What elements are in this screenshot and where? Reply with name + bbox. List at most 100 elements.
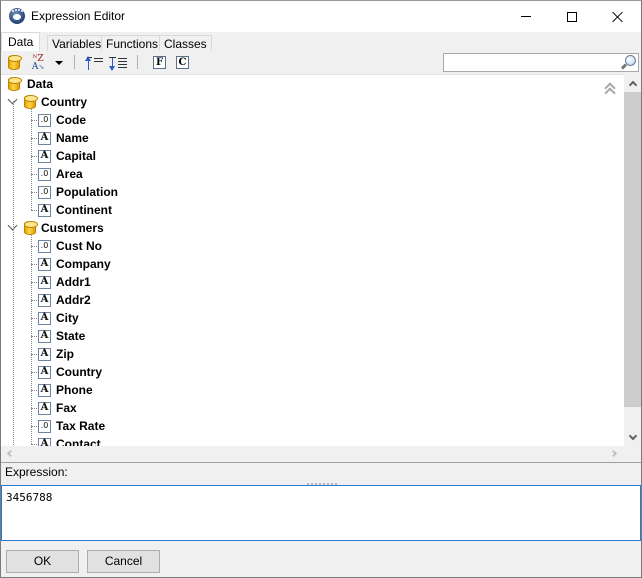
- tree-field[interactable]: .0 Population: [38, 183, 118, 201]
- window-title: Expression Editor: [31, 9, 126, 23]
- scrollbar-thumb[interactable]: [624, 92, 641, 407]
- classes-button[interactable]: C: [176, 54, 189, 71]
- vertical-scrollbar[interactable]: [624, 74, 641, 446]
- string-field-icon: A: [38, 131, 51, 145]
- move-down-icon: [109, 55, 127, 71]
- tab-functions[interactable]: Functions: [101, 35, 164, 51]
- sort-button[interactable]: ᴺZ A↘: [31, 54, 45, 71]
- tree-field[interactable]: A State: [38, 327, 85, 345]
- tree-field-label: Tax Rate: [56, 419, 106, 433]
- tree-field-label: Addr2: [56, 293, 91, 307]
- tab-data[interactable]: Data: [1, 32, 41, 51]
- tree-field[interactable]: A Country: [38, 363, 102, 381]
- tree-field-label: Continent: [56, 203, 112, 217]
- sort-az-icon: ᴺZ A↘: [31, 53, 45, 72]
- numeric-field-icon: .0: [38, 167, 51, 181]
- collapse-all-icon[interactable]: [604, 80, 618, 99]
- tree-field[interactable]: .0 Tax Rate: [38, 417, 105, 435]
- tree-root[interactable]: Data: [8, 75, 53, 93]
- string-field-icon: A: [38, 347, 51, 361]
- tree-field[interactable]: .0 Code: [38, 111, 86, 129]
- tree-field[interactable]: .0 Area: [38, 165, 83, 183]
- string-field-icon: A: [38, 293, 51, 307]
- database-button[interactable]: [8, 54, 22, 71]
- tree-connector: [31, 210, 37, 211]
- tree-field[interactable]: A Company: [38, 255, 111, 273]
- scroll-down-button[interactable]: [624, 429, 641, 446]
- tree-group-label: Country: [41, 95, 87, 109]
- tree-root-label: Data: [27, 77, 54, 91]
- fields-button[interactable]: F: [153, 54, 166, 71]
- tree-group-customers[interactable]: Customers: [24, 219, 104, 237]
- expression-text: 3456788: [6, 491, 53, 504]
- tab-bar: Data Variables Functions Classes: [1, 32, 641, 51]
- close-button[interactable]: [595, 1, 641, 32]
- string-field-icon: A: [38, 383, 51, 397]
- chevron-right-icon[interactable]: [609, 449, 618, 458]
- tree-field[interactable]: A Zip: [38, 345, 74, 363]
- expression-editor-window: Expression Editor Data Variables Functio…: [0, 0, 642, 578]
- move-down-button[interactable]: [109, 54, 127, 71]
- string-field-icon: A: [38, 365, 51, 379]
- fields-icon: F: [153, 56, 166, 69]
- tree-field[interactable]: A Phone: [38, 381, 93, 399]
- move-up-button[interactable]: [85, 54, 103, 71]
- tree-field[interactable]: A Addr2: [38, 291, 91, 309]
- string-field-icon: A: [38, 401, 51, 415]
- sort-dropdown-button[interactable]: [54, 54, 64, 71]
- database-icon: [8, 55, 22, 70]
- tree-field-label: Zip: [56, 347, 74, 361]
- tree-field-label: Capital: [56, 149, 97, 163]
- tree-field[interactable]: A Continent: [38, 201, 112, 219]
- divider: [1, 462, 641, 463]
- table-icon: [24, 221, 38, 235]
- tree-field-label: Population: [56, 185, 118, 199]
- chevron-left-icon[interactable]: [6, 449, 15, 458]
- title-bar[interactable]: Expression Editor: [1, 1, 641, 32]
- numeric-field-icon: .0: [38, 239, 51, 253]
- dropdown-arrow-icon: [55, 60, 63, 65]
- search-box[interactable]: [443, 53, 639, 72]
- string-field-icon: A: [38, 437, 51, 446]
- tree-field-label: Cust No: [56, 239, 102, 253]
- tree-field[interactable]: A City: [38, 309, 79, 327]
- maximize-button[interactable]: [549, 1, 595, 32]
- toolbar-separator: [137, 55, 138, 69]
- tree-field[interactable]: A Fax: [38, 399, 77, 417]
- scroll-up-button[interactable]: [624, 74, 641, 91]
- tree-field-label: Fax: [56, 401, 77, 415]
- minimize-icon: [521, 16, 531, 17]
- tree-connector: [31, 444, 37, 445]
- chevron-down-icon: [628, 431, 637, 441]
- cancel-button[interactable]: Cancel: [87, 550, 160, 573]
- expression-input[interactable]: 3456788: [1, 485, 641, 541]
- tree-field[interactable]: A Addr1: [38, 273, 91, 291]
- numeric-field-icon: .0: [38, 419, 51, 433]
- close-icon: [612, 11, 624, 23]
- tree-field[interactable]: A Name: [38, 129, 89, 147]
- string-field-icon: A: [38, 203, 51, 217]
- data-tree[interactable]: Data Country .0 Code A Name A Capital .0 Area .0 Po…: [1, 74, 641, 446]
- tree-field[interactable]: A Contact: [38, 435, 101, 446]
- search-input[interactable]: [445, 55, 615, 70]
- tree-field[interactable]: A Capital: [38, 147, 96, 165]
- chevron-up-icon: [628, 80, 637, 89]
- tree-field-label: Code: [56, 113, 86, 127]
- tree-group-label: Customers: [41, 221, 104, 235]
- minimize-button[interactable]: [503, 1, 549, 32]
- search-icon[interactable]: [620, 55, 636, 71]
- tree-group-country[interactable]: Country: [24, 93, 87, 111]
- tab-classes[interactable]: Classes: [159, 35, 212, 51]
- database-icon: [8, 77, 22, 91]
- ok-button[interactable]: OK: [6, 550, 79, 573]
- maximize-icon: [567, 11, 577, 22]
- string-field-icon: A: [38, 329, 51, 343]
- tree-field[interactable]: .0 Cust No: [38, 237, 102, 255]
- tab-variables[interactable]: Variables: [47, 35, 107, 51]
- tree-field-label: Phone: [56, 383, 93, 397]
- horizontal-scrollbar[interactable]: [1, 446, 624, 462]
- numeric-field-icon: .0: [38, 185, 51, 199]
- tree-field-label: Contact: [56, 437, 101, 446]
- expression-label: Expression:: [5, 465, 68, 479]
- tree-field-label: Country: [56, 365, 102, 379]
